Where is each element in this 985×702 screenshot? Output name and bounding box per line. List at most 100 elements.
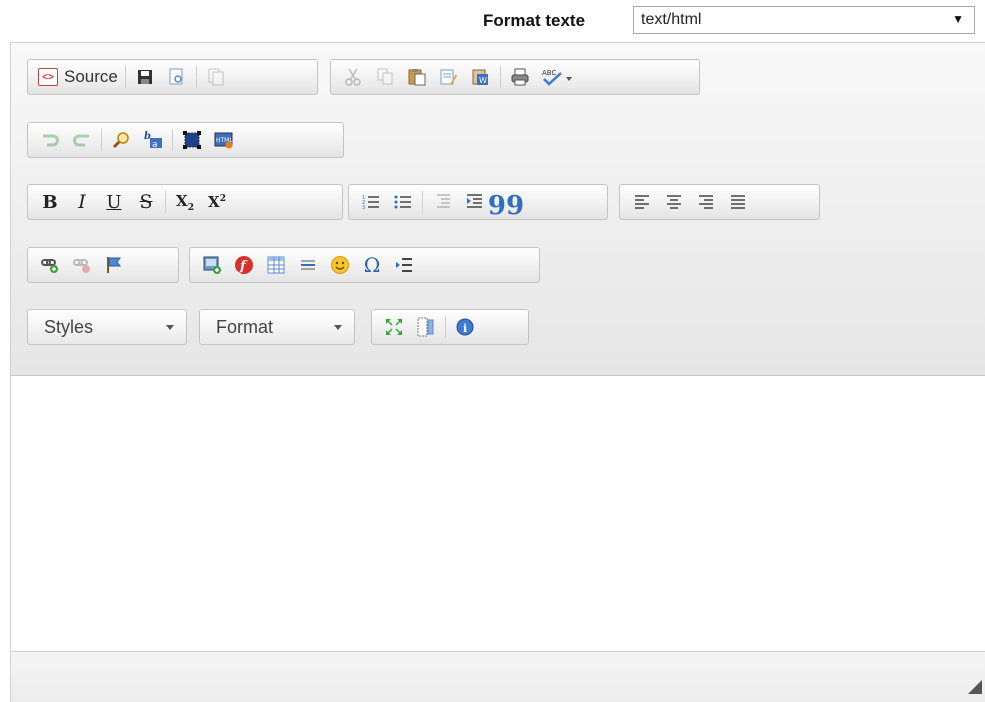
html-button[interactable]: HTML: [208, 126, 240, 154]
select-all-button[interactable]: [176, 126, 208, 154]
flash-icon: f: [235, 256, 253, 274]
show-blocks-button[interactable]: [410, 313, 442, 341]
cut-button[interactable]: [337, 63, 369, 91]
resize-grip-icon[interactable]: [968, 680, 982, 694]
chevron-down-icon: [166, 325, 174, 330]
svg-text:ABC: ABC: [542, 69, 556, 77]
find-button[interactable]: [105, 126, 137, 154]
undo-button[interactable]: [34, 126, 66, 154]
svg-text:i: i: [463, 322, 467, 335]
italic-button[interactable]: I: [66, 188, 98, 216]
clipboard-group: W ABC: [330, 59, 700, 95]
dropdown-arrow-icon: ▼: [952, 12, 964, 26]
link-button[interactable]: [34, 251, 66, 279]
bold-icon: B: [42, 191, 58, 213]
svg-text:b: b: [144, 131, 151, 142]
flash-button[interactable]: f: [228, 251, 260, 279]
format-dropdown-label: Format: [216, 317, 274, 337]
maximize-button[interactable]: [378, 313, 410, 341]
superscript-button[interactable]: X2: [201, 188, 233, 216]
svg-text:a: a: [152, 140, 158, 149]
blockquote-button[interactable]: 99: [488, 188, 524, 219]
replace-button[interactable]: ba: [137, 126, 169, 154]
paste-text-button[interactable]: [433, 63, 465, 91]
separator: [500, 66, 501, 88]
format-label: Format texte: [483, 11, 586, 30]
unlink-button[interactable]: [66, 251, 98, 279]
bulleted-list-icon: [394, 195, 411, 209]
separator: [172, 129, 173, 151]
editor-status-bar: [11, 651, 985, 702]
paste-word-button[interactable]: W: [465, 63, 497, 91]
page-break-icon: [396, 258, 412, 272]
separator: [165, 191, 166, 213]
horizontal-rule-button[interactable]: [292, 251, 324, 279]
special-char-icon: Ω: [363, 253, 381, 277]
document-group: <> Source: [27, 59, 318, 95]
select-all-icon: [183, 131, 201, 149]
smiley-button[interactable]: [324, 251, 356, 279]
strikethrough-button[interactable]: S: [130, 188, 162, 216]
align-right-icon: [699, 195, 713, 209]
redo-button[interactable]: [66, 126, 98, 154]
indent-button[interactable]: [458, 188, 490, 216]
indent-icon: [467, 194, 482, 208]
print-button[interactable]: [504, 63, 536, 91]
basic-styles-group: B I U S X2 X2: [27, 184, 343, 220]
paragraph-group: 123 99: [348, 184, 608, 220]
align-right-button[interactable]: [690, 188, 722, 216]
bulleted-list-button[interactable]: [387, 188, 419, 216]
styles-dropdown-label: Styles: [44, 317, 94, 337]
preview-button[interactable]: [161, 63, 193, 91]
styles-dropdown[interactable]: Styles: [27, 309, 187, 345]
numbered-list-icon: 123: [362, 195, 379, 211]
underline-button[interactable]: U: [98, 188, 130, 216]
align-center-icon: [667, 195, 681, 209]
page-break-button[interactable]: [388, 251, 420, 279]
separator: [445, 316, 446, 338]
links-group: [27, 247, 179, 283]
outdent-icon: [437, 194, 450, 208]
paste-button[interactable]: [401, 63, 433, 91]
justify-button[interactable]: [722, 188, 754, 216]
table-icon: [267, 256, 285, 274]
editor-toolbar: <> Source W ABC b a HTML B I U S X2 X2 1…: [11, 43, 985, 376]
format-select[interactable]: text/html ▼: [633, 6, 975, 34]
templates-button[interactable]: [200, 63, 232, 91]
source-button[interactable]: <> Source: [34, 63, 122, 91]
outdent-button[interactable]: [426, 188, 458, 216]
chevron-down-icon: [334, 325, 342, 330]
edit-group: ba HTML: [27, 122, 344, 158]
svg-text:W: W: [479, 76, 487, 85]
anchor-button[interactable]: [98, 251, 130, 279]
spellcheck-button[interactable]: ABC: [536, 63, 580, 91]
subscript-button[interactable]: X2: [169, 188, 201, 216]
underline-icon: U: [106, 191, 122, 213]
special-char-button[interactable]: Ω: [356, 251, 388, 279]
align-left-button[interactable]: [626, 188, 658, 216]
rich-text-editor: <> Source W ABC b a HTML B I U S X2 X2 1…: [10, 42, 985, 702]
source-button-label: Source: [64, 67, 118, 86]
format-dropdown[interactable]: Format: [199, 309, 355, 345]
justify-icon: [731, 195, 745, 209]
save-button[interactable]: [129, 63, 161, 91]
unlink-icon: [73, 259, 90, 273]
copy-button[interactable]: [369, 63, 401, 91]
separator: [195, 66, 197, 88]
redo-icon: [73, 134, 89, 147]
find-icon: [112, 132, 129, 149]
templates-icon: [208, 68, 224, 86]
html-icon: HTML: [214, 132, 233, 149]
print-icon: [511, 68, 529, 86]
image-button[interactable]: [196, 251, 228, 279]
editor-content-area[interactable]: [11, 376, 985, 651]
smiley-icon: [331, 256, 349, 274]
horizontal-rule-icon: [301, 260, 315, 270]
preview-icon: [169, 68, 183, 85]
source-icon: <>: [38, 68, 58, 86]
numbered-list-button[interactable]: 123: [355, 188, 387, 216]
about-button[interactable]: i: [449, 313, 481, 341]
bold-button[interactable]: B: [34, 188, 66, 216]
align-center-button[interactable]: [658, 188, 690, 216]
table-button[interactable]: [260, 251, 292, 279]
